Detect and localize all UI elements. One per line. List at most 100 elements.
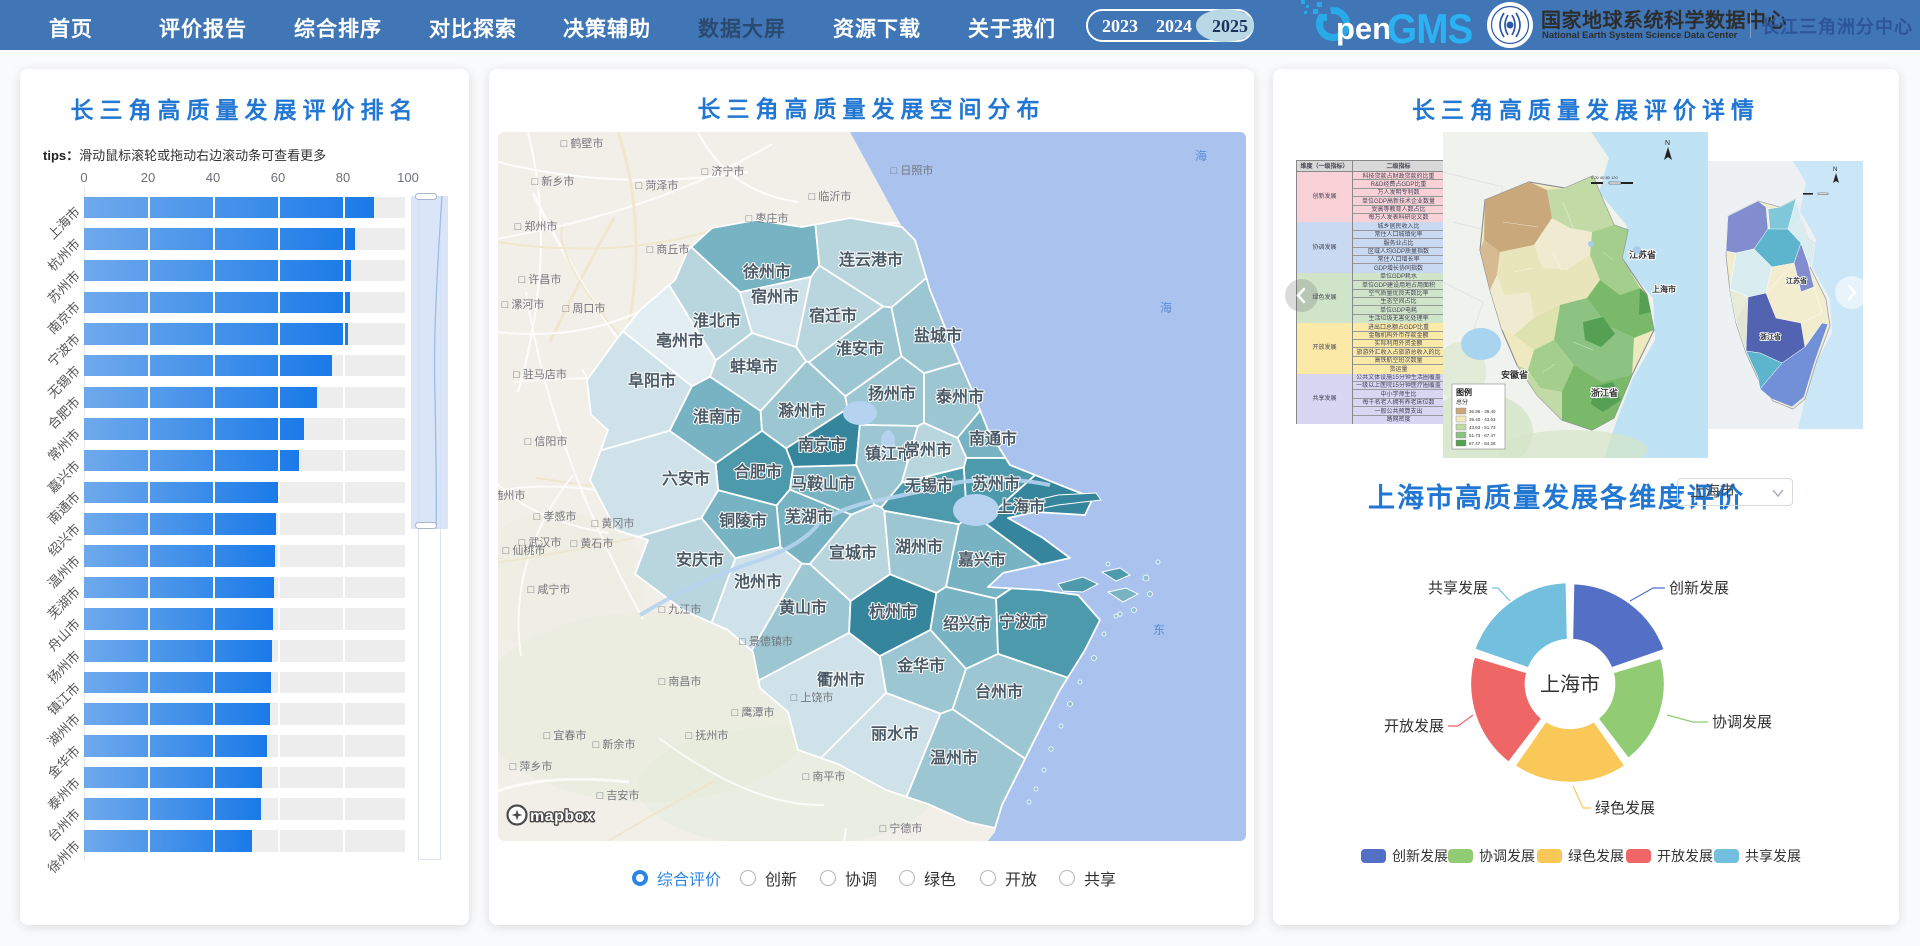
svg-text:mapbox: mapbox (530, 808, 594, 825)
svg-text:□ 仙桃市: □ 仙桃市 (503, 543, 546, 557)
svg-text:□ 萍乡市: □ 萍乡市 (510, 759, 553, 773)
svg-text:上海市: 上海市 (997, 497, 1045, 516)
svg-text:无锡市: 无锡市 (904, 476, 953, 495)
svg-text:□ 驻马店市: □ 驻马店市 (513, 367, 567, 381)
svg-text:□ 商丘市: □ 商丘市 (647, 242, 690, 256)
svg-text:□ 菏泽市: □ 菏泽市 (636, 178, 679, 192)
svg-text:东: 东 (1153, 623, 1165, 637)
svg-text:衢州市: 衢州市 (817, 670, 865, 689)
svg-text:N: N (1833, 167, 1837, 173)
svg-text:南通市: 南通市 (969, 429, 1017, 448)
svg-text:合肥市: 合肥市 (734, 462, 782, 481)
svg-text:淮南市: 淮南市 (693, 407, 741, 426)
svg-text:总分: 总分 (1456, 398, 1468, 406)
svg-text:黄山市: 黄山市 (779, 598, 827, 617)
svg-text:□ 黄冈市: □ 黄冈市 (592, 516, 635, 530)
svg-text:湖州市: 湖州市 (895, 537, 943, 556)
svg-text:□ 抚州市: □ 抚州市 (686, 728, 729, 742)
svg-text:图例: 图例 (1456, 387, 1472, 397)
svg-text:安庆市: 安庆市 (676, 550, 724, 569)
svg-text:海: 海 (1195, 148, 1207, 163)
svg-text:丽水市: 丽水市 (871, 724, 919, 743)
svg-text:43.63 - 51.73: 43.63 - 51.73 (1469, 425, 1496, 430)
svg-text:N: N (1665, 140, 1670, 147)
svg-text:□ 信阳市: □ 信阳市 (525, 434, 568, 448)
svg-text:□ 宁德市: □ 宁德市 (880, 821, 923, 835)
svg-text:39.40 - 43.63: 39.40 - 43.63 (1469, 417, 1496, 422)
svg-text:□ 临沂市: □ 临沂市 (809, 189, 852, 203)
svg-text:□ 南昌市: □ 南昌市 (659, 674, 702, 688)
svg-text:36.96 - 39.40: 36.96 - 39.40 (1469, 409, 1496, 414)
svg-text:□ 九江市: □ 九江市 (659, 602, 702, 616)
svg-text:pen: pen (1336, 11, 1391, 46)
svg-text:海: 海 (1160, 300, 1172, 315)
svg-text:□ 新余市: □ 新余市 (593, 737, 636, 751)
svg-text:开放发展: 开放发展 (1657, 848, 1713, 864)
svg-text:□ 宜春市: □ 宜春市 (544, 728, 587, 742)
svg-text:□ 新乡市: □ 新乡市 (532, 174, 575, 188)
svg-text:□ 鹤壁市: □ 鹤壁市 (561, 136, 604, 150)
svg-text:阜阳市: 阜阳市 (628, 371, 676, 390)
svg-text:杭州市: 杭州市 (869, 602, 917, 621)
svg-text:池州市: 池州市 (734, 572, 782, 591)
svg-text:淮北市: 淮北市 (693, 311, 741, 330)
svg-text:盐城市: 盐城市 (914, 326, 962, 345)
svg-text:安徽省: 安徽省 (1501, 369, 1528, 380)
svg-text:□ 鹰潭市: □ 鹰潭市 (732, 705, 775, 719)
svg-text:绍兴市: 绍兴市 (943, 614, 991, 633)
svg-text:□ 南平市: □ 南平市 (803, 769, 846, 783)
svg-text:□ 随州市: □ 随州市 (498, 488, 525, 502)
svg-text:□ 济宁市: □ 济宁市 (702, 164, 745, 178)
svg-text:嘉兴市: 嘉兴市 (957, 550, 1006, 569)
svg-text:创新发展: 创新发展 (1392, 848, 1448, 864)
svg-text:温州市: 温州市 (929, 748, 978, 767)
svg-text:67.47 - 84.28: 67.47 - 84.28 (1469, 441, 1496, 446)
svg-text:□ 周口市: □ 周口市 (563, 301, 606, 315)
svg-text:浙江省: 浙江省 (1591, 387, 1618, 398)
svg-text:宿州市: 宿州市 (751, 287, 799, 306)
svg-text:51.73 - 67.47: 51.73 - 67.47 (1469, 433, 1496, 438)
svg-text:□ 黄石市: □ 黄石市 (571, 536, 614, 550)
svg-text:□ 许昌市: □ 许昌市 (519, 272, 562, 286)
svg-text:□ 郑州市: □ 郑州市 (515, 219, 558, 233)
svg-text:协调发展: 协调发展 (1712, 714, 1772, 731)
svg-text:马鞍山市: 马鞍山市 (791, 474, 855, 493)
svg-text:苏州市: 苏州市 (972, 474, 1020, 493)
svg-text:□ 日照市: □ 日照市 (891, 163, 934, 177)
svg-text:扬州市: 扬州市 (868, 384, 916, 403)
svg-text:铜陵市: 铜陵市 (719, 511, 767, 530)
svg-text:亳州市: 亳州市 (656, 331, 704, 350)
svg-text:创新发展: 创新发展 (1669, 580, 1729, 597)
svg-text:上海市: 上海市 (1652, 284, 1676, 294)
svg-text:开放发展: 开放发展 (1384, 718, 1444, 735)
svg-text:金华市: 金华市 (896, 656, 945, 675)
svg-text:台州市: 台州市 (975, 682, 1023, 701)
svg-text:淮安市: 淮安市 (836, 339, 884, 358)
svg-text:徐州市: 徐州市 (742, 262, 791, 281)
svg-text:□ 漯河市: □ 漯河市 (502, 297, 545, 311)
svg-text:宿迁市: 宿迁市 (809, 306, 857, 325)
svg-text:蚌埠市: 蚌埠市 (730, 357, 778, 376)
svg-text:□ 景德镇市: □ 景德镇市 (739, 634, 793, 648)
svg-text:江苏省: 江苏省 (1786, 276, 1807, 285)
svg-text:常州市: 常州市 (904, 440, 952, 459)
svg-text:滁州市: 滁州市 (778, 401, 826, 420)
svg-text:宁波市: 宁波市 (999, 612, 1047, 631)
svg-text:浙江省: 浙江省 (1760, 332, 1781, 341)
svg-text:共享发展: 共享发展 (1745, 848, 1801, 864)
svg-text:□ 枣庄市: □ 枣庄市 (746, 211, 789, 225)
svg-text:芜湖市: 芜湖市 (785, 507, 833, 526)
svg-text:□ 孝感市: □ 孝感市 (534, 509, 577, 523)
svg-text:绿色发展: 绿色发展 (1568, 848, 1624, 864)
svg-text:□ 咸宁市: □ 咸宁市 (528, 582, 571, 596)
svg-text:0 20 40 80 120: 0 20 40 80 120 (1591, 175, 1618, 180)
svg-text:江苏省: 江苏省 (1629, 249, 1656, 260)
svg-text:泰州市: 泰州市 (935, 387, 984, 406)
svg-text:协调发展: 协调发展 (1479, 848, 1535, 864)
svg-text:宣城市: 宣城市 (829, 543, 877, 562)
svg-text:上海市: 上海市 (1540, 673, 1600, 696)
svg-text:共享发展: 共享发展 (1428, 580, 1488, 597)
svg-text:绿色发展: 绿色发展 (1595, 800, 1655, 817)
svg-text:□ 上饶市: □ 上饶市 (791, 690, 834, 704)
svg-text:□ 吉安市: □ 吉安市 (597, 788, 640, 802)
